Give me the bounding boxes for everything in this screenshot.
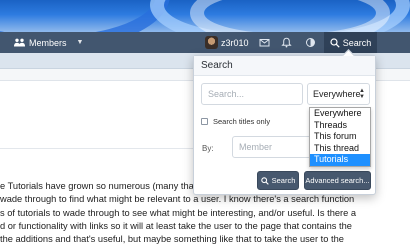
scope-option[interactable]: Threads — [310, 120, 370, 132]
by-label: By: — [202, 144, 214, 153]
envelope-icon[interactable] — [259, 37, 270, 48]
post-line: the additions and that's useful, but may… — [0, 234, 344, 245]
post-line: d or functionality with links so it will… — [0, 220, 352, 231]
titles-only-label: Search titles only — [213, 117, 271, 126]
search-popup-title: Search — [194, 56, 375, 76]
username: z3r010 — [221, 37, 249, 48]
page: Members ▼ z3r010 Search e Tutorials have… — [0, 0, 410, 250]
members-label: Members — [29, 37, 67, 48]
divider — [0, 148, 200, 149]
search-scope-select[interactable]: Everywhere ▲ ▼ — [307, 83, 370, 105]
search-icon — [330, 37, 340, 48]
search-submit-label: Search — [271, 176, 296, 185]
post-line: wade through to find what might be relev… — [0, 194, 355, 205]
scope-option[interactable]: Everywhere — [310, 108, 370, 120]
scope-option[interactable]: This forum — [310, 131, 370, 143]
header-banner — [0, 0, 410, 32]
user-menu[interactable]: z3r010 — [205, 32, 249, 53]
chevron-down-icon: ▼ — [76, 39, 84, 46]
search-scope-value: Everywhere — [313, 89, 361, 99]
search-keywords-input[interactable] — [201, 83, 303, 105]
navbar-search-button[interactable]: Search — [324, 32, 377, 53]
post-line: s of tutorials to wade through to see wh… — [0, 207, 357, 218]
avatar — [205, 36, 218, 49]
titles-only-option[interactable]: Search titles only — [201, 116, 270, 127]
search-icon — [260, 176, 269, 185]
navbar-search-label: Search — [342, 37, 372, 48]
search-scope-dropdown: Everywhere Threads This forum This threa… — [309, 107, 371, 167]
search-submit-button[interactable]: Search — [257, 171, 299, 190]
members-menu[interactable]: Members ▼ — [14, 32, 83, 53]
select-arrows-icon: ▲ ▼ — [359, 88, 365, 100]
scope-option-selected[interactable]: Tutorials — [310, 154, 370, 166]
titles-only-checkbox[interactable] — [201, 118, 208, 125]
theme-toggle-icon[interactable] — [305, 37, 316, 48]
advanced-search-button[interactable]: Advanced search... — [304, 171, 371, 190]
users-icon — [14, 38, 25, 47]
bell-icon[interactable] — [281, 37, 292, 48]
scope-option[interactable]: This thread — [310, 143, 370, 155]
